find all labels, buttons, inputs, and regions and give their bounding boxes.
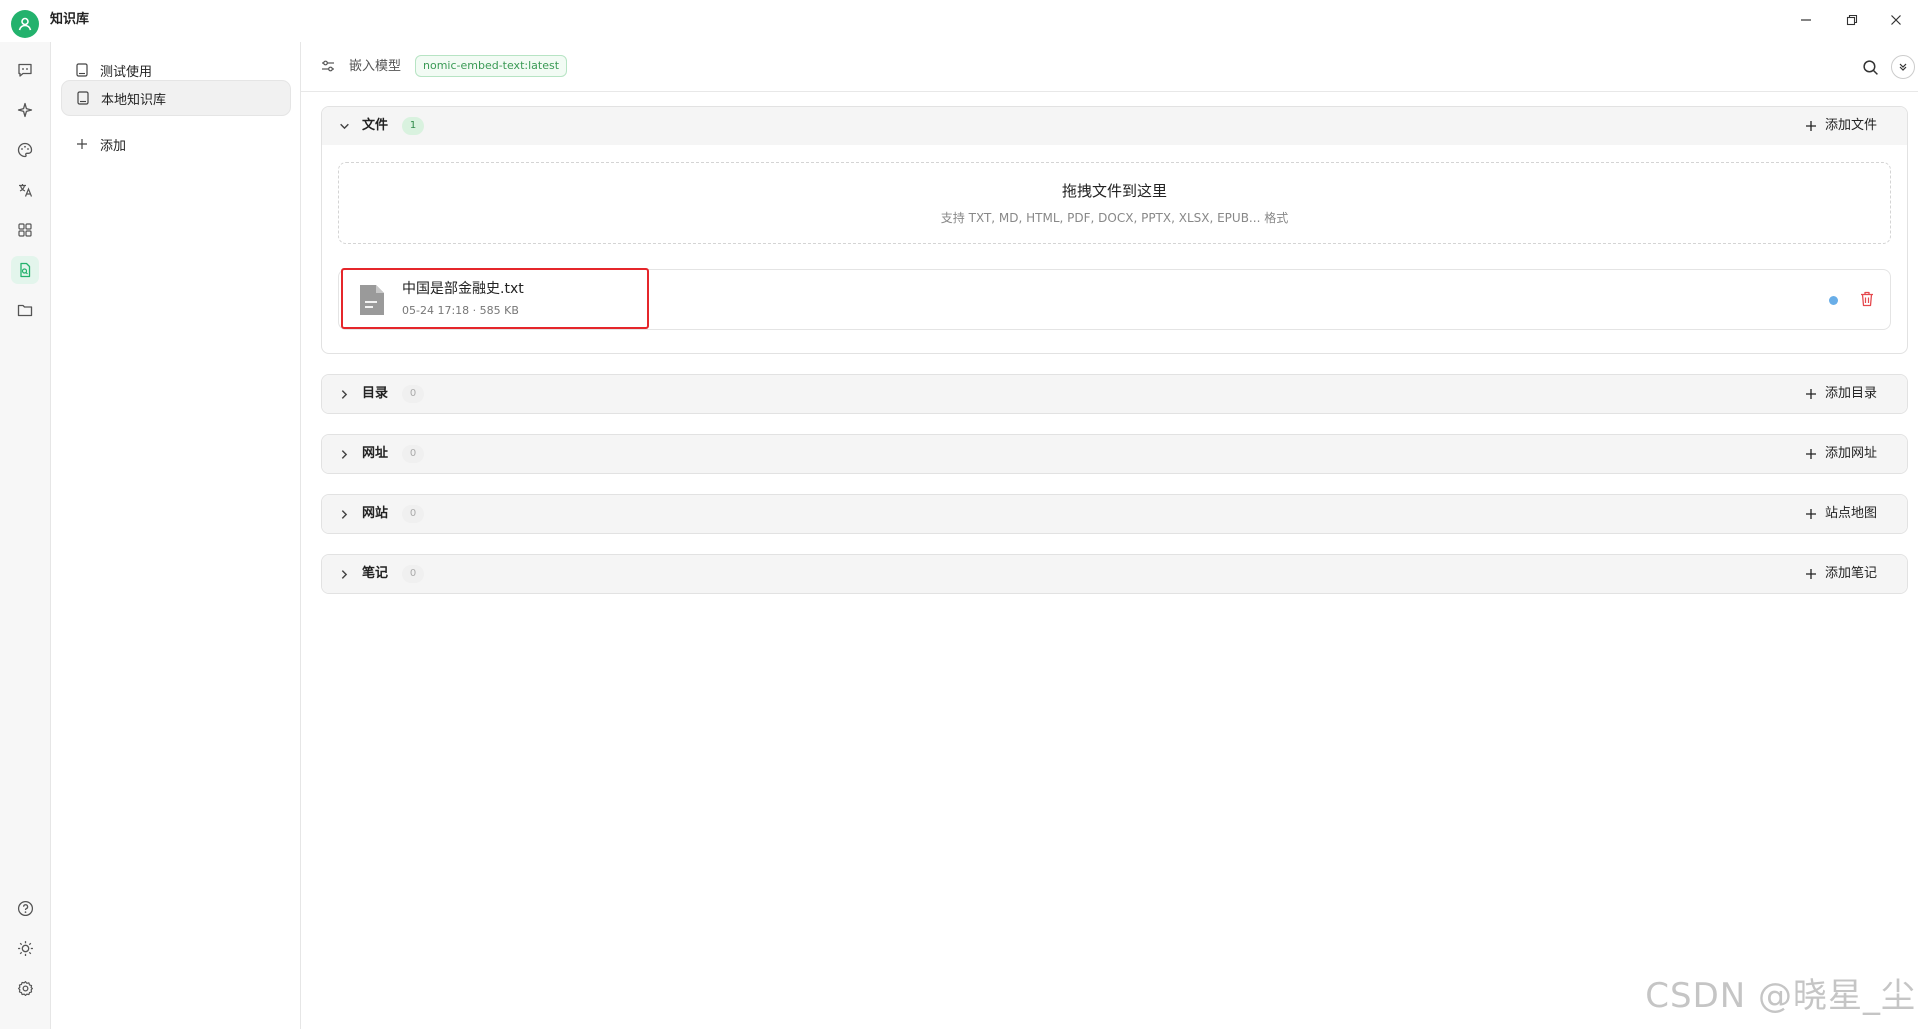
plus-icon: [1805, 388, 1817, 400]
watermark: CSDN @晓星_尘: [1645, 976, 1916, 1016]
directories-section-header[interactable]: 目录 0 添加目录: [322, 375, 1907, 413]
plus-icon: [1805, 508, 1817, 520]
sitemap-button[interactable]: 站点地图: [1805, 505, 1877, 523]
translate-icon: [19, 184, 33, 197]
chevron-right-icon[interactable]: [336, 566, 352, 582]
chevron-down-icon[interactable]: [336, 118, 352, 134]
chevron-right-icon[interactable]: [336, 386, 352, 402]
file-name: 中国是部金融史.txt: [402, 281, 524, 297]
knowledge-base-list: 测试使用 本地知识库 添加: [51, 42, 301, 1029]
section-count-badge: 0: [402, 565, 424, 583]
section-title: 网站: [362, 506, 389, 521]
chevron-double-down-icon: [1899, 63, 1907, 71]
section-title: 目录: [362, 386, 389, 401]
chevron-right-icon[interactable]: [336, 446, 352, 462]
file-meta: 05-24 17:18 · 585 KB: [402, 304, 519, 317]
plus-icon: [1805, 568, 1817, 580]
section-count-badge: 0: [402, 505, 424, 523]
directories-section: 目录 0 添加目录: [321, 374, 1908, 414]
nav-translate[interactable]: [11, 176, 39, 204]
add-note-label: 添加笔记: [1824, 566, 1877, 581]
apps-icon: [18, 223, 32, 237]
nav-apps[interactable]: [11, 216, 39, 244]
kb-item-local[interactable]: 本地知识库: [61, 80, 291, 116]
plus-icon: [1805, 120, 1817, 132]
nav-paintings[interactable]: [11, 136, 39, 164]
sites-section-header[interactable]: 网站 0 站点地图: [322, 495, 1907, 533]
nav-rail: [0, 42, 51, 1029]
section-count-badge: 1: [402, 117, 424, 135]
nav-chat[interactable]: [11, 56, 39, 84]
add-directory-label: 添加目录: [1824, 386, 1877, 401]
file-text-icon: [358, 283, 386, 321]
book-icon: [75, 62, 89, 78]
plus-icon: [75, 136, 89, 152]
dropzone-formats: 支持 TXT, MD, HTML, PDF, DOCX, PPTX, XLSX,…: [940, 211, 1289, 225]
dropzone-title: 拖拽文件到这里: [1061, 182, 1167, 200]
file-status-dot: [1829, 296, 1838, 305]
search-button[interactable]: [1858, 55, 1882, 79]
section-count-badge: 0: [402, 385, 424, 403]
section-count-badge: 0: [402, 445, 424, 463]
sparkle-icon: [17, 102, 33, 118]
close-button[interactable]: [1882, 8, 1910, 32]
urls-section-header[interactable]: 网址 0 添加网址: [322, 435, 1907, 473]
notes-section: 笔记 0 添加笔记: [321, 554, 1908, 594]
app-title: 知识库: [50, 12, 90, 27]
folder-icon: [17, 304, 33, 317]
title-bar: 知识库: [0, 0, 1918, 42]
urls-section: 网址 0 添加网址: [321, 434, 1908, 474]
restore-icon: [1846, 14, 1858, 26]
more-options-button[interactable]: [1891, 55, 1915, 79]
files-section-header[interactable]: 文件 1 添加文件: [322, 107, 1907, 145]
user-avatar[interactable]: [11, 10, 39, 38]
delete-icon[interactable]: [1860, 291, 1874, 311]
nav-help[interactable]: [11, 894, 39, 922]
section-title: 文件: [362, 118, 389, 133]
palette-icon: [17, 142, 33, 158]
book-icon: [76, 90, 90, 106]
kb-toolbar: 嵌入模型 nomic-embed-text:latest: [301, 42, 1918, 92]
restore-button[interactable]: [1838, 8, 1866, 32]
main-content: 嵌入模型 nomic-embed-text:latest 文件 1 添加文件 拖…: [301, 42, 1918, 1029]
help-icon: [17, 900, 33, 916]
nav-theme[interactable]: [11, 934, 39, 962]
settings-sliders-icon[interactable]: [320, 58, 336, 78]
section-title: 笔记: [362, 566, 389, 581]
kb-item-label: 本地知识库: [101, 92, 167, 108]
add-note-button[interactable]: 添加笔记: [1805, 565, 1877, 583]
add-directory-button[interactable]: 添加目录: [1805, 385, 1877, 403]
brightness-icon: [17, 940, 33, 956]
chat-icon: [18, 63, 32, 77]
file-dropzone[interactable]: 拖拽文件到这里 支持 TXT, MD, HTML, PDF, DOCX, PPT…: [338, 162, 1891, 244]
embed-model-badge[interactable]: nomic-embed-text:latest: [415, 55, 568, 77]
add-file-button[interactable]: 添加文件: [1805, 117, 1877, 135]
chevron-right-icon[interactable]: [336, 506, 352, 522]
add-kb-button[interactable]: 添加: [61, 126, 291, 162]
add-kb-label: 添加: [100, 138, 127, 154]
sitemap-label: 站点地图: [1824, 506, 1877, 521]
sites-section: 网站 0 站点地图: [321, 494, 1908, 534]
knowledge-icon: [20, 262, 31, 278]
section-title: 网址: [362, 446, 389, 461]
embed-model-label: 嵌入模型: [349, 59, 402, 74]
add-url-button[interactable]: 添加网址: [1805, 445, 1877, 463]
search-icon: [1862, 59, 1878, 75]
nav-knowledge[interactable]: [11, 256, 39, 284]
notes-section-header[interactable]: 笔记 0 添加笔记: [322, 555, 1907, 593]
plus-icon: [1805, 448, 1817, 460]
kb-item-label: 测试使用: [100, 64, 153, 80]
nav-settings[interactable]: [11, 974, 39, 1002]
close-icon: [1891, 15, 1901, 25]
user-icon: [18, 17, 32, 31]
settings-icon: [17, 980, 33, 996]
add-url-label: 添加网址: [1824, 446, 1877, 461]
nav-agents[interactable]: [11, 96, 39, 124]
add-file-label: 添加文件: [1824, 118, 1877, 133]
nav-files[interactable]: [11, 296, 39, 324]
minimize-button[interactable]: [1792, 8, 1820, 32]
files-section: 文件 1 添加文件 拖拽文件到这里 支持 TXT, MD, HTML, PDF,…: [321, 106, 1908, 354]
file-list-item[interactable]: 中国是部金融史.txt 05-24 17:18 · 585 KB: [338, 268, 1891, 330]
minimize-icon: [1801, 19, 1811, 21]
